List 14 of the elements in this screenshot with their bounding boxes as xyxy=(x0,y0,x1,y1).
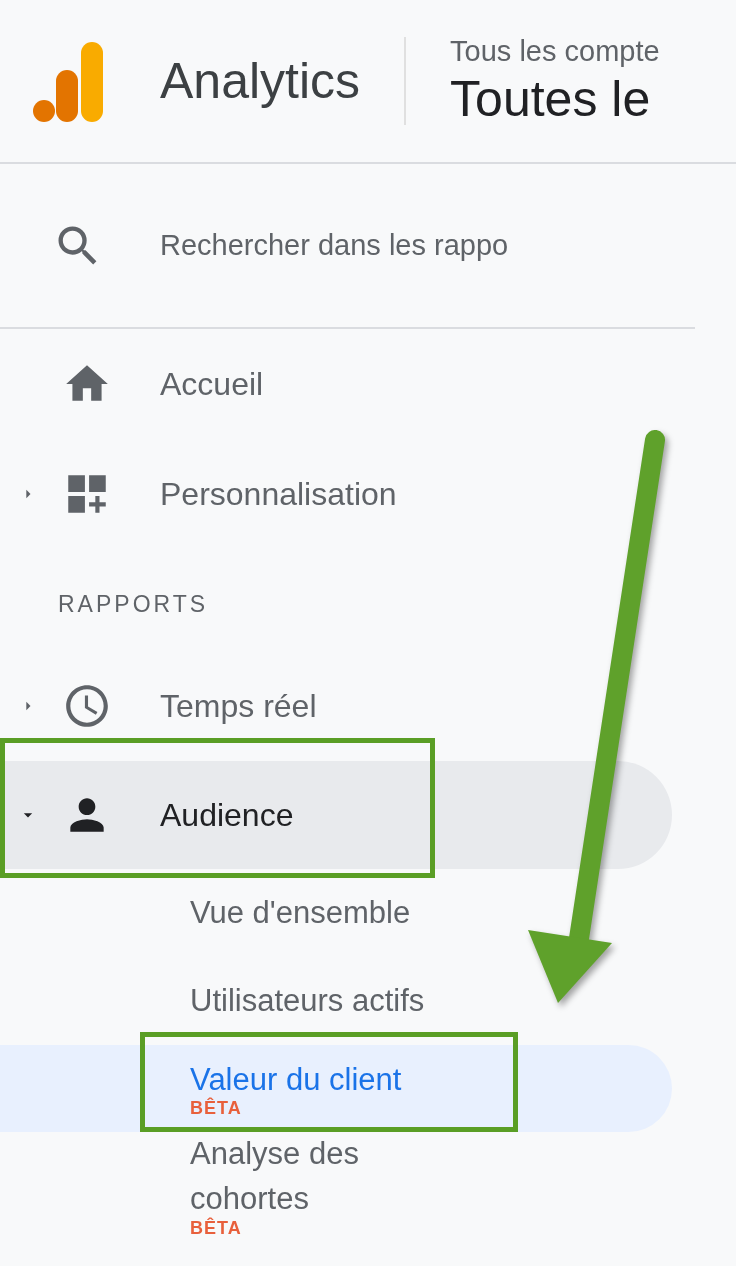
sub-nav-item[interactable]: Utilisateurs actifs xyxy=(0,957,672,1045)
beta-label: BÊTA xyxy=(190,1217,242,1239)
nav-item[interactable]: Accueil xyxy=(0,329,672,439)
sub-nav-item[interactable]: Valeur du client BÊTA xyxy=(0,1045,672,1132)
product-name: Analytics xyxy=(160,52,361,110)
sub-nav-item[interactable]: Vue d'ensemble xyxy=(0,869,672,957)
beta-label: BÊTA xyxy=(190,1098,242,1120)
view-name[interactable]: Toutes le xyxy=(450,69,660,128)
search-field[interactable]: Rechercher dans les rappo xyxy=(160,221,615,270)
nav-item[interactable]: Personnalisation xyxy=(0,439,672,549)
sub-nav-item[interactable]: Analyse des cohortes BÊTA xyxy=(0,1132,672,1239)
section-heading: RAPPORTS xyxy=(58,590,209,618)
account-path[interactable]: Tous les compte xyxy=(450,34,660,68)
nav-item[interactable]: Temps réel xyxy=(0,651,672,761)
